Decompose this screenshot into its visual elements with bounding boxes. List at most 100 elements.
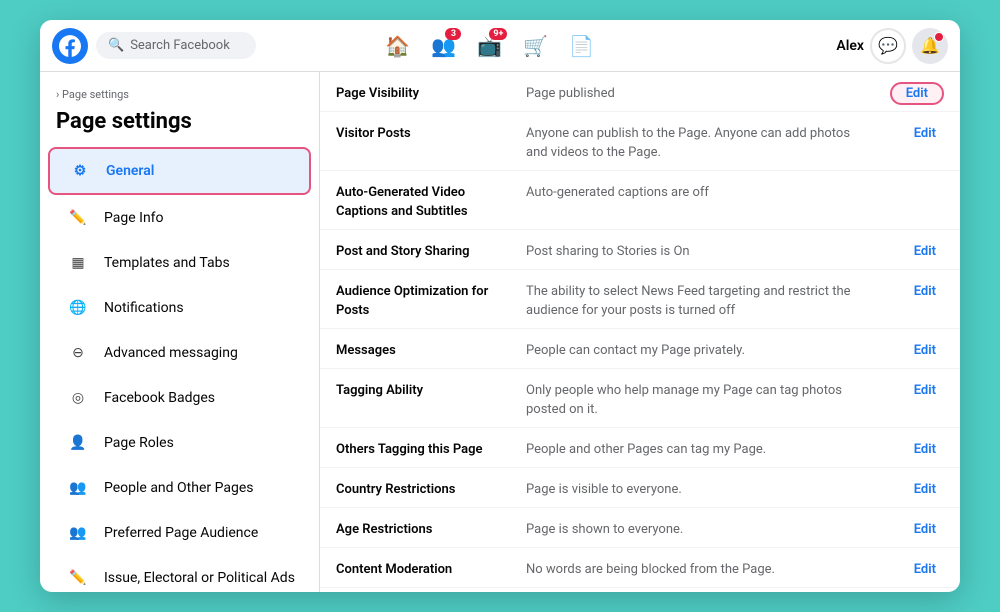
setting-name-text: Age Restrictions xyxy=(336,522,432,537)
setting-name-text: Content Moderation xyxy=(336,562,452,577)
setting-name: Others Tagging this Page xyxy=(320,428,510,468)
sidebar-item-notifications[interactable]: 🌐 Notifications xyxy=(48,286,311,330)
setting-value-text: No words are being blocked from the Page… xyxy=(526,562,775,577)
facebook-logo[interactable] xyxy=(52,28,88,64)
setting-name: Post and Story Sharing xyxy=(320,230,510,270)
sidebar-label-templates: Templates and Tabs xyxy=(104,255,230,271)
audience-icon: 👥 xyxy=(64,519,92,547)
setting-name: Messages xyxy=(320,329,510,369)
setting-edit-cell: Edit xyxy=(874,270,960,329)
search-placeholder: Search Facebook xyxy=(130,38,230,53)
sidebar-label-people: People and Other Pages xyxy=(104,480,253,496)
search-icon: 🔍 xyxy=(108,38,124,53)
general-icon: ⚙ xyxy=(66,157,94,185)
sidebar-item-templates-tabs[interactable]: ▦ Templates and Tabs xyxy=(48,241,311,285)
friends-badge: 3 xyxy=(445,28,461,40)
setting-name-text: Country Restrictions xyxy=(336,482,455,497)
sidebar-item-preferred-audience[interactable]: 👥 Preferred Page Audience xyxy=(48,511,311,555)
setting-name: Content Moderation xyxy=(320,548,510,588)
setting-name-text: Auto-Generated Video Captions and Subtit… xyxy=(336,185,468,219)
setting-name-text: Page Visibility xyxy=(336,86,419,101)
setting-name-text: Audience Optimization for Posts xyxy=(336,284,488,318)
setting-edit-cell: Edit xyxy=(874,329,960,369)
setting-value: No words are being blocked from the Page… xyxy=(510,548,874,588)
setting-name: Tagging Ability xyxy=(320,369,510,428)
setting-value: The ability to select News Feed targetin… xyxy=(510,270,874,329)
setting-edit-cell: Edit xyxy=(874,588,960,593)
nav-marketplace[interactable]: 🛒 xyxy=(515,26,555,66)
table-row: Tagging Ability Only people who help mana… xyxy=(320,369,960,428)
badges-icon: ◎ xyxy=(64,384,92,412)
sidebar-item-general[interactable]: ⚙ General xyxy=(48,147,311,195)
table-row: Age RestrictionsPage is shown to everyon… xyxy=(320,508,960,548)
settings-table: Page VisibilityPage publishedEditVisitor… xyxy=(320,72,960,592)
edit-button[interactable]: Edit xyxy=(906,518,944,541)
edit-button[interactable]: Edit xyxy=(906,438,944,461)
setting-edit-cell: Edit xyxy=(874,508,960,548)
nav-watch[interactable]: 📺 9+ xyxy=(469,26,509,66)
messenger-button[interactable]: 💬 xyxy=(870,28,906,64)
edit-button[interactable]: Edit xyxy=(906,240,944,263)
setting-value-text: People can contact my Page privately. xyxy=(526,343,745,358)
watch-badge: 9+ xyxy=(489,28,507,40)
setting-edit-cell: Edit xyxy=(874,230,960,270)
setting-edit-cell: Edit xyxy=(874,468,960,508)
sidebar-item-facebook-badges[interactable]: ◎ Facebook Badges xyxy=(48,376,311,420)
nav-right: Alex 💬 🔔 xyxy=(836,28,948,64)
table-row: Audience Optimization for Posts The abili… xyxy=(320,270,960,329)
setting-value: Turned off xyxy=(510,588,874,593)
setting-value-text: Post sharing to Stories is On xyxy=(526,244,690,259)
setting-value-text: Only people who help manage my Page can … xyxy=(526,383,842,417)
edit-button[interactable]: Edit xyxy=(906,122,944,145)
edit-button[interactable]: Edit xyxy=(906,379,944,402)
search-bar[interactable]: 🔍 Search Facebook xyxy=(96,32,256,59)
sidebar-item-page-info[interactable]: ✏️ Page Info xyxy=(48,196,311,240)
sidebar-label-badges: Facebook Badges xyxy=(104,390,215,406)
sidebar-label-roles: Page Roles xyxy=(104,435,174,451)
edit-button[interactable]: Edit xyxy=(906,558,944,581)
edit-button[interactable]: Edit xyxy=(906,478,944,501)
setting-name: Auto-Generated Video Captions and Subtit… xyxy=(320,171,510,230)
page-info-icon: ✏️ xyxy=(64,204,92,232)
sidebar-label-advanced-messaging: Advanced messaging xyxy=(104,345,238,361)
sidebar-item-issue-electoral[interactable]: ✏️ Issue, Electoral or Political Ads xyxy=(48,556,311,592)
setting-name: Country Restrictions xyxy=(320,468,510,508)
nav-icons-group: 🏠 👥 3 📺 9+ 🛒 📄 xyxy=(377,26,601,66)
nav-pages[interactable]: 📄 xyxy=(561,26,601,66)
setting-value: People can contact my Page privately. xyxy=(510,329,874,369)
setting-name-text: Tagging Ability xyxy=(336,383,423,398)
table-row: Messages People can contact my Page priva… xyxy=(320,329,960,369)
settings-content: Page VisibilityPage publishedEditVisitor… xyxy=(320,72,960,592)
facebook-window: 🔍 Search Facebook 🏠 👥 3 📺 9+ 🛒 📄 Alex 💬 … xyxy=(40,20,960,592)
templates-icon: ▦ xyxy=(64,249,92,277)
edit-button[interactable]: Edit xyxy=(906,280,944,303)
setting-name-text: Messages xyxy=(336,343,396,358)
setting-value: Post sharing to Stories is On xyxy=(510,230,874,270)
nav-home[interactable]: 🏠 xyxy=(377,26,417,66)
sidebar-label-notifications: Notifications xyxy=(104,300,184,316)
notifications-button[interactable]: 🔔 xyxy=(912,28,948,64)
setting-name-text: Visitor Posts xyxy=(336,126,411,141)
setting-value: Auto-generated captions are off xyxy=(510,171,874,230)
setting-edit-cell xyxy=(874,171,960,230)
edit-button[interactable]: Edit xyxy=(906,339,944,362)
setting-name-text: Post and Story Sharing xyxy=(336,244,470,259)
sidebar-item-advanced-messaging[interactable]: ⊖ Advanced messaging xyxy=(48,331,311,375)
setting-name: Profanity filter xyxy=(320,588,510,593)
table-row: Others Tagging this PagePeople and other… xyxy=(320,428,960,468)
setting-value-text: Page is visible to everyone. xyxy=(526,482,682,497)
nav-friends[interactable]: 👥 3 xyxy=(423,26,463,66)
setting-name: Age Restrictions xyxy=(320,508,510,548)
table-row: Country Restrictions Page is visible to e… xyxy=(320,468,960,508)
setting-value-text: The ability to select News Feed targetin… xyxy=(526,284,851,318)
setting-name: Page Visibility xyxy=(320,72,510,112)
setting-name-text: Others Tagging this Page xyxy=(336,442,483,457)
sidebar-item-page-roles[interactable]: 👤 Page Roles xyxy=(48,421,311,465)
notifications-icon: 🌐 xyxy=(64,294,92,322)
sidebar-item-people-other-pages[interactable]: 👥 People and Other Pages xyxy=(48,466,311,510)
sidebar-label-audience: Preferred Page Audience xyxy=(104,525,258,541)
setting-edit-cell: Edit xyxy=(874,72,960,112)
sidebar-label-issue: Issue, Electoral or Political Ads xyxy=(104,570,295,586)
edit-button[interactable]: Edit xyxy=(890,82,944,105)
setting-edit-cell: Edit xyxy=(874,548,960,588)
